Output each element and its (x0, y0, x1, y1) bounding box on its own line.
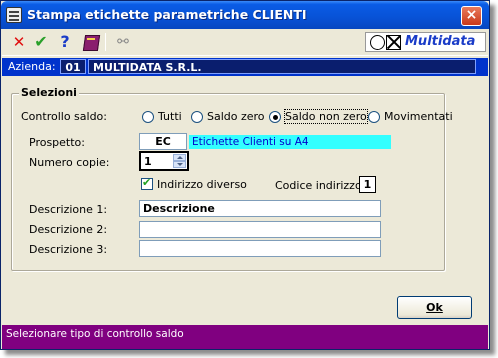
indirizzo-diverso-checkbox[interactable] (141, 176, 153, 190)
selections-title: Selezioni (19, 86, 79, 99)
help-icon[interactable]: ? (56, 33, 74, 51)
stepper-buttons (173, 154, 186, 168)
descrizione1-input[interactable]: Descrizione (139, 200, 381, 217)
dialog-window: Stampa etichette parametriche CLIENTI × … (0, 0, 490, 350)
close-window-button[interactable]: × (461, 6, 482, 26)
ok-button[interactable]: Ok (397, 296, 472, 319)
prospetto-code-input[interactable]: EC (139, 133, 187, 150)
company-code-field: 01 (60, 59, 86, 74)
numero-copie-stepper[interactable]: 1 (139, 151, 189, 171)
radio-movimentati-label[interactable]: Movimentati (384, 110, 453, 123)
codice-indirizzo-label: Codice indirizzo: (275, 179, 366, 192)
descrizione2-label: Descrizione 2: (29, 223, 108, 236)
book-icon[interactable] (82, 33, 100, 51)
status-bar: Selezionare tipo di controllo saldo (2, 325, 488, 349)
prospetto-description: Etichette Clienti su A4 (189, 135, 391, 149)
app-icon (6, 7, 22, 23)
ok-button-label: Ok (426, 301, 443, 314)
multidata-logo: Multidata (365, 32, 486, 52)
radio-saldo-non-zero-label[interactable]: Saldo non zero (284, 109, 368, 124)
radio-saldo-zero-label[interactable]: Saldo zero (207, 110, 265, 123)
radio-tutti-label[interactable]: Tutti (158, 110, 182, 123)
numero-copie-value[interactable]: 1 (144, 155, 152, 168)
radio-saldo-zero[interactable] (191, 111, 203, 123)
binoculars-icon[interactable]: ⚯ (114, 33, 132, 51)
confirm-check-icon[interactable]: ✔ (32, 33, 50, 51)
company-name-field: MULTIDATA S.R.L. (88, 59, 476, 74)
radio-saldo-non-zero[interactable] (269, 111, 281, 123)
company-label: Azienda: (8, 60, 56, 73)
numero-copie-label: Numero copie: (29, 156, 110, 169)
window-title: Stampa etichette parametriche CLIENTI (27, 7, 307, 22)
company-bar: Azienda: 01 MULTIDATA S.R.L. (2, 58, 488, 76)
radio-tutti[interactable] (142, 111, 154, 123)
indirizzo-diverso-label[interactable]: Indirizzo diverso (157, 178, 247, 191)
stepper-down-icon[interactable] (173, 161, 186, 168)
radio-movimentati[interactable] (368, 111, 380, 123)
toolbar-separator (105, 33, 106, 51)
descrizione3-input[interactable] (139, 240, 381, 257)
codice-indirizzo-input[interactable]: 1 (359, 176, 376, 193)
close-icon[interactable]: ✕ (10, 33, 28, 51)
controllo-saldo-label: Controllo saldo: (21, 110, 107, 123)
title-bar[interactable]: Stampa etichette parametriche CLIENTI × (1, 1, 489, 29)
logo-text: Multidata (405, 34, 476, 49)
prospetto-label: Prospetto: (29, 136, 85, 149)
logo-circle-icon (370, 35, 385, 50)
descrizione1-label: Descrizione 1: (29, 203, 108, 216)
stepper-up-icon[interactable] (173, 154, 186, 161)
logo-cross-box-icon (386, 35, 401, 50)
descrizione3-label: Descrizione 3: (29, 243, 108, 256)
descrizione2-input[interactable] (139, 221, 381, 238)
